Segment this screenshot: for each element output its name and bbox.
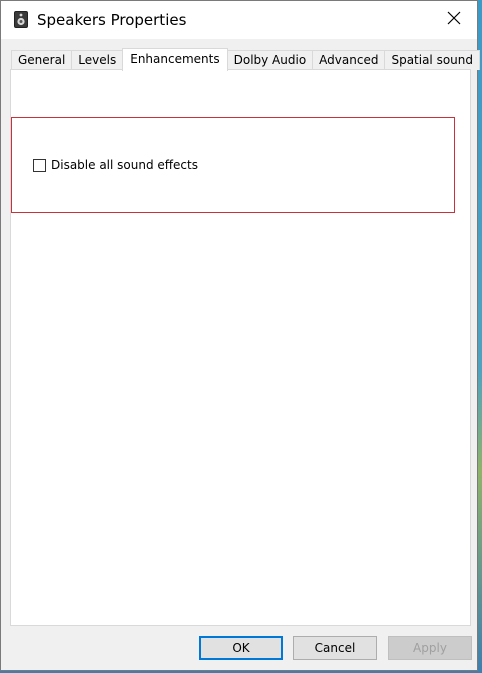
ok-button[interactable]: OK (199, 636, 283, 660)
enhancements-panel: Disable all sound effects (10, 69, 471, 626)
tab-enhancements[interactable]: Enhancements (122, 48, 228, 71)
speaker-icon (14, 11, 28, 28)
cancel-button[interactable]: Cancel (293, 636, 377, 660)
apply-button[interactable]: Apply (388, 636, 472, 660)
disable-all-sound-effects-checkbox[interactable] (33, 158, 46, 172)
window-title: Speakers Properties (37, 11, 187, 29)
close-icon (447, 11, 461, 28)
tab-spatial-sound[interactable]: Spatial sound (384, 50, 481, 70)
disable-all-sound-effects-label[interactable]: Disable all sound effects (51, 158, 198, 172)
tab-advanced[interactable]: Advanced (312, 50, 386, 70)
title-bar[interactable]: Speakers Properties (1, 1, 477, 39)
tab-general[interactable]: General (11, 50, 73, 70)
speakers-properties-dialog: Speakers Properties General Levels Enhan… (0, 0, 481, 671)
disable-all-sound-effects-option[interactable]: Disable all sound effects (33, 158, 198, 172)
tab-dolby-audio[interactable]: Dolby Audio (226, 50, 314, 70)
tab-strip: General Levels Enhancements Dolby Audio … (11, 48, 481, 71)
tab-levels[interactable]: Levels (71, 50, 124, 70)
close-button[interactable] (431, 1, 477, 37)
